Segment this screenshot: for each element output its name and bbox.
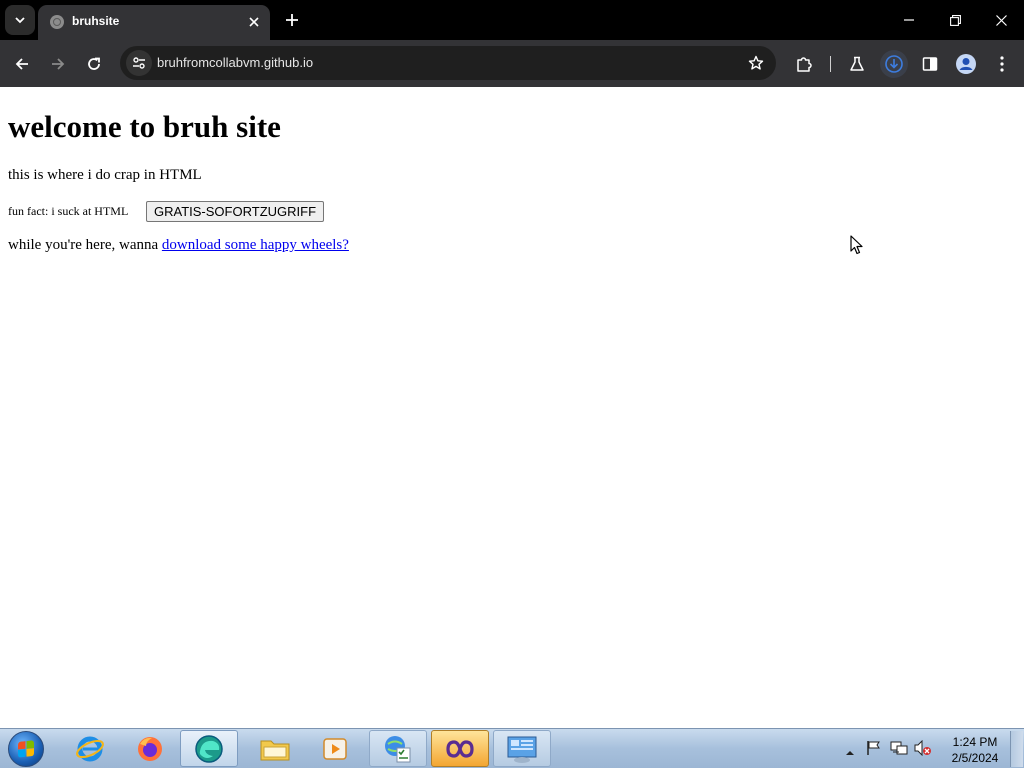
site-info-button[interactable] [126,50,152,76]
reload-button[interactable] [80,50,108,78]
restore-button[interactable] [932,0,978,40]
labs-button[interactable] [843,50,871,78]
tune-icon [133,57,145,69]
volume-muted-icon [914,739,931,757]
chevron-down-icon [15,17,25,24]
clock-time: 1:24 PM [952,735,998,749]
action-center-flag-button[interactable] [866,740,882,760]
network-icon [890,741,908,755]
close-icon [249,17,259,27]
internet-explorer-icon [76,736,104,761]
puzzle-icon [797,57,812,72]
star-icon [748,55,764,70]
more-vert-icon [1000,56,1004,72]
download-icon [885,55,903,73]
back-button[interactable] [8,50,36,78]
taskbar-app-visual-studio[interactable] [431,730,489,767]
windows-logo-icon [8,731,44,767]
bookmark-button[interactable] [744,51,768,75]
taskbar-app-media-player[interactable] [306,730,364,767]
url-text: bruhfromcollabvm.github.io [157,55,314,70]
flag-icon [867,741,880,755]
show-hidden-icons-button[interactable] [845,742,855,761]
tab-close-button[interactable] [244,12,264,32]
taskbar-app-internet-explorer[interactable] [61,730,119,767]
side-panel-icon [922,57,938,71]
profile-button[interactable] [952,50,980,78]
visual-studio-icon [446,739,474,758]
media-player-icon [323,737,347,760]
firefox-icon [138,736,162,761]
gratis-sofortzugriff-button[interactable]: GRATIS-SOFORTZUGRIFF [146,201,325,222]
globe-icon [50,15,64,29]
taskbar: 1:24 PM 2/5/2024 [0,728,1024,768]
chevron-up-icon [846,751,854,755]
page-heading: welcome to bruh site [8,109,281,144]
folder-icon [260,740,290,760]
browser-tab[interactable]: bruhsite [38,5,270,40]
happy-wheels-link[interactable]: download some happy wheels? [162,237,349,253]
network-tray-button[interactable] [890,740,908,760]
start-button[interactable] [4,730,48,768]
browser-toolbar: bruhfromcollabvm.github.io [0,40,1024,87]
close-window-button[interactable] [978,0,1024,40]
side-panel-button[interactable] [916,50,944,78]
taskbar-app-edge[interactable] [180,730,238,767]
intro-paragraph: this is where i do crap in HTML [8,167,202,183]
taskbar-app-firefox[interactable] [121,730,179,767]
windows-update-icon [385,735,411,762]
arrow-right-icon [52,58,65,70]
show-desktop-button[interactable] [1010,731,1023,767]
clock-date: 2/5/2024 [951,751,999,765]
system-clock[interactable]: 1:24 PM 2/5/2024 [940,734,1010,766]
download-paragraph: while you're here, wanna download some h… [8,237,349,254]
tab-title: bruhsite [72,14,120,28]
control-panel-icon [507,736,537,763]
avatar-icon [956,54,976,74]
download-paragraph-text: while you're here, wanna [8,237,162,253]
menu-button[interactable] [988,50,1016,78]
forward-button[interactable] [44,50,72,78]
new-tab-button[interactable] [280,8,304,32]
close-icon [995,14,1007,26]
arrow-left-icon [15,58,28,70]
toolbar-divider [830,56,831,72]
page-content: welcome to bruh site this is where i do … [0,87,1024,728]
restore-icon [949,14,961,26]
browser-titlebar: bruhsite [0,0,1024,40]
reload-icon [88,57,100,70]
taskbar-app-windows-update[interactable] [369,730,427,767]
taskbar-app-file-explorer[interactable] [246,730,304,767]
minimize-icon [904,19,914,21]
tab-search-button[interactable] [5,5,35,35]
download-button[interactable] [880,50,908,78]
plus-icon [286,14,298,26]
minimize-button[interactable] [886,0,932,40]
extensions-button[interactable] [790,50,818,78]
fun-fact-text: fun fact: i suck at HTML [8,204,129,218]
mouse-cursor-icon [850,235,863,255]
edge-icon [195,734,223,763]
taskbar-app-control-panel[interactable] [493,730,551,767]
address-bar[interactable]: bruhfromcollabvm.github.io [120,46,776,80]
flask-icon [850,56,864,71]
volume-tray-button[interactable] [914,739,932,760]
